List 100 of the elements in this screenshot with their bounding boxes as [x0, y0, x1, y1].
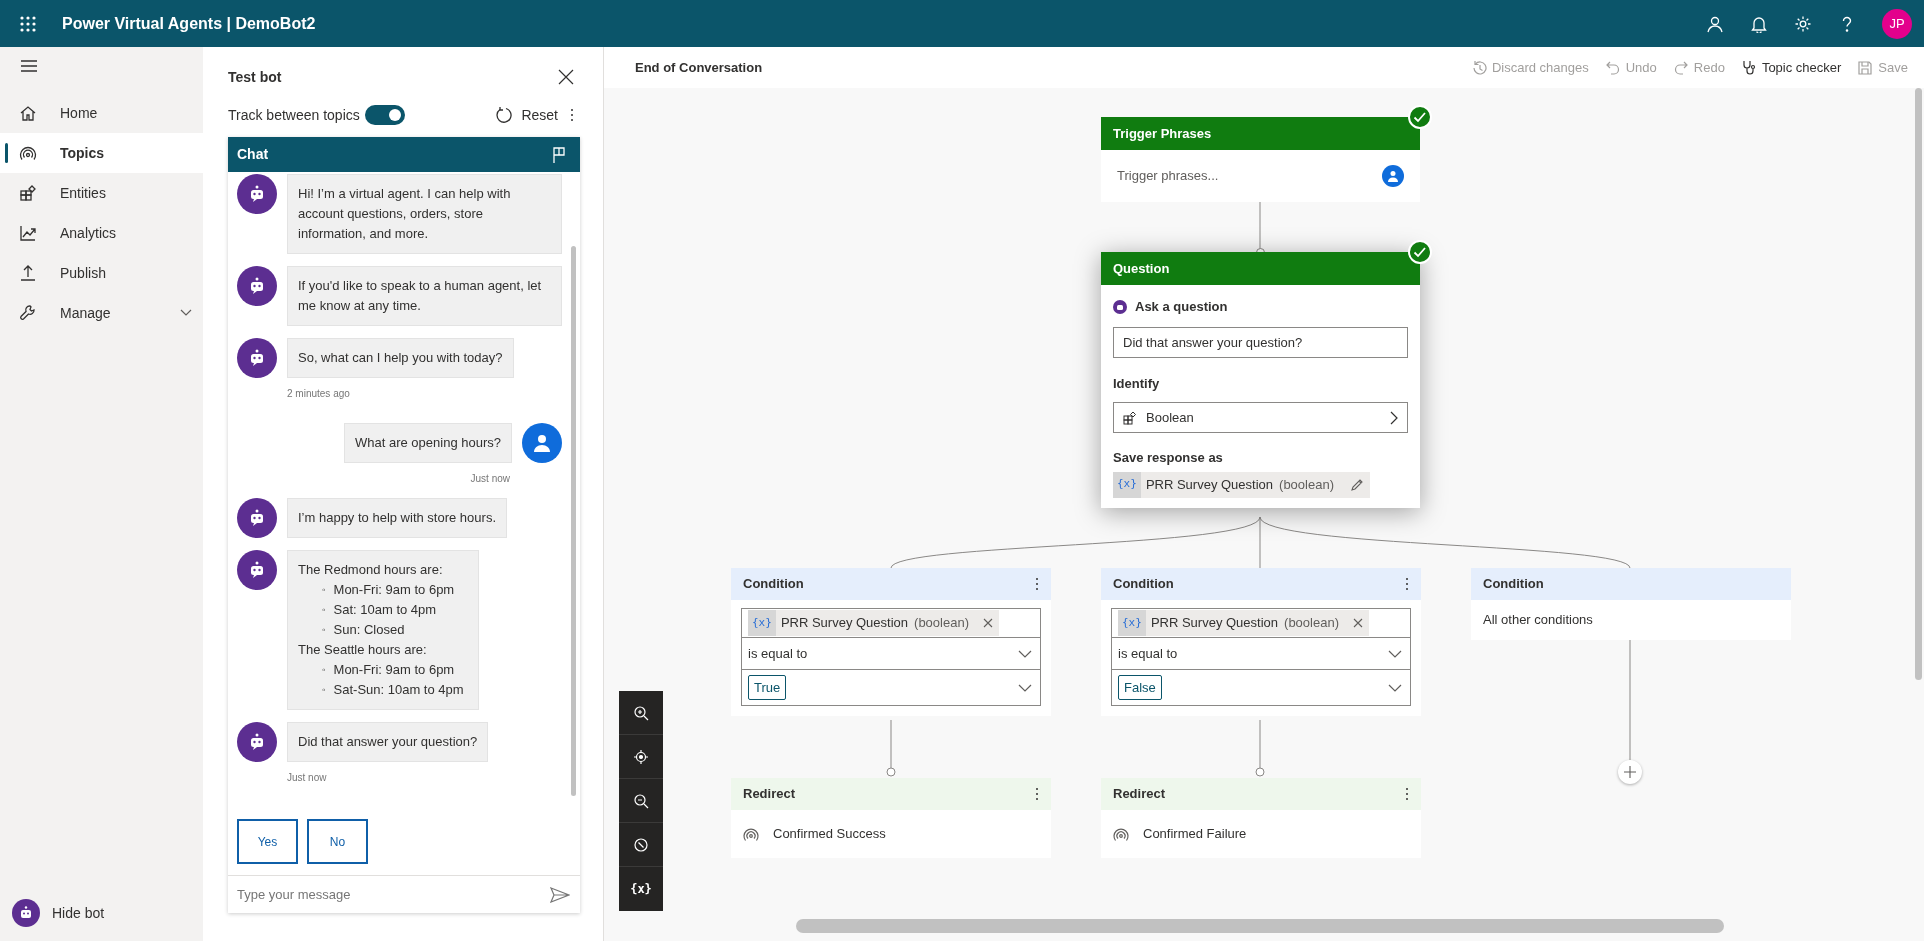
- reset-button[interactable]: Reset: [495, 104, 558, 126]
- value-select[interactable]: True: [742, 670, 1040, 705]
- toggle-switch[interactable]: [364, 105, 405, 125]
- list-item: Mon-Fri: 9am to 6pm: [333, 581, 455, 599]
- list-item: Sat-Sun: 10am to 4pm: [333, 681, 464, 699]
- variable-name: PRR Survey Question: [780, 614, 909, 633]
- list-heading: The Redmond hours are:: [298, 561, 444, 579]
- wrench-icon: [19, 304, 37, 322]
- horizontal-scrollbar[interactable]: [796, 919, 1724, 933]
- menu-icon[interactable]: [20, 59, 38, 73]
- more-options-icon[interactable]: [1405, 787, 1409, 801]
- more-options-icon[interactable]: [1405, 577, 1409, 591]
- condition-editor[interactable]: {x} PRR Survey Question (boolean) is equal to True: [741, 608, 1041, 706]
- operator-select[interactable]: is equal to: [742, 638, 1040, 670]
- nav-item[interactable]: Manage: [0, 293, 203, 333]
- refresh-icon: [495, 106, 514, 124]
- quick-reply-button[interactable]: Yes: [237, 819, 298, 864]
- redirect-target: Confirmed Success: [773, 825, 886, 844]
- add-node-button[interactable]: [1618, 760, 1642, 784]
- person-icon: [1387, 170, 1399, 182]
- list-item: Sat: 10am to 4pm: [333, 601, 437, 619]
- condition-node[interactable]: Condition All other conditions: [1471, 568, 1791, 640]
- nav-item[interactable]: Entities: [0, 173, 203, 213]
- node-title: Redirect: [1113, 785, 1166, 804]
- variable-type: (boolean): [1279, 475, 1334, 494]
- chat-bubble: So, what can I help you with today?: [287, 338, 514, 378]
- zoom-in-icon: [633, 704, 649, 721]
- settings-icon[interactable]: [1794, 14, 1812, 33]
- chevron-right-icon: [1390, 410, 1398, 425]
- history-icon: [1470, 59, 1487, 76]
- bot-icon: [18, 905, 34, 921]
- topics-icon: [743, 826, 759, 842]
- variable-name: PRR Survey Question: [1150, 614, 1279, 633]
- entities-icon: [1123, 410, 1137, 425]
- close-icon[interactable]: [983, 618, 993, 628]
- notifications-icon[interactable]: [1750, 14, 1768, 33]
- send-icon[interactable]: [550, 886, 570, 903]
- condition-text: All other conditions: [1482, 611, 1594, 630]
- question-node[interactable]: Question Ask a question Did that answer your question? Identify Boolean Save response as {x} PRR Survey Question (boolean): [1101, 252, 1420, 508]
- list-bullet: ◦: [322, 603, 326, 617]
- nav-item[interactable]: Analytics: [0, 213, 203, 253]
- value-select[interactable]: False: [1112, 670, 1410, 705]
- chevron-icon: [1018, 649, 1032, 658]
- analytics-icon: [19, 224, 37, 242]
- list-bullet: ◦: [322, 683, 326, 697]
- condition-editor[interactable]: {x} PRR Survey Question (boolean) is equal to False: [1111, 608, 1411, 706]
- undo-icon: [1604, 59, 1621, 76]
- panel-title: Test bot: [228, 67, 282, 87]
- chevron-icon: [1388, 683, 1402, 692]
- more-options-icon[interactable]: [570, 108, 574, 122]
- chat-title: Chat: [237, 145, 269, 164]
- trigger-node[interactable]: Trigger Phrases Trigger phrases...: [1101, 117, 1420, 202]
- user-avatar[interactable]: JP: [1882, 8, 1912, 39]
- app-launcher-icon[interactable]: [19, 14, 37, 33]
- chat-bubble: What are opening hours?: [344, 423, 512, 463]
- more-options-icon[interactable]: [1035, 787, 1039, 801]
- close-icon[interactable]: [558, 69, 574, 85]
- node-title: Condition: [1483, 575, 1544, 594]
- list-heading: The Seattle hours are:: [298, 641, 428, 659]
- variable-type: (boolean): [914, 614, 969, 633]
- close-icon[interactable]: [1353, 618, 1363, 628]
- chat-bubble: Hi! I’m a virtual agent. I can help with account questions, orders, store information, and more.: [287, 174, 562, 254]
- pencil-icon[interactable]: [1350, 477, 1364, 492]
- redirect-target: Confirmed Failure: [1143, 825, 1247, 844]
- condition-node[interactable]: Condition {x} PRR Survey Question (boolean) is equal to True: [731, 568, 1051, 716]
- redirect-node[interactable]: Redirect Confirmed Success: [731, 778, 1051, 858]
- variable-name: PRR Survey Question: [1145, 475, 1274, 494]
- nav-item[interactable]: Topics: [0, 133, 203, 173]
- operator-select[interactable]: is equal to: [1112, 638, 1410, 670]
- redirect-node[interactable]: Redirect Confirmed Failure: [1101, 778, 1421, 858]
- value-tag: False: [1118, 674, 1162, 701]
- condition-node[interactable]: Condition {x} PRR Survey Question (boolean) is equal to False: [1101, 568, 1421, 716]
- question-field[interactable]: Did that answer your question?: [1113, 326, 1408, 358]
- scrollbar[interactable]: [571, 246, 576, 796]
- person-icon[interactable]: [1706, 14, 1724, 33]
- more-options-icon[interactable]: [1035, 577, 1039, 591]
- list-item: Sun: Closed: [333, 621, 405, 639]
- quick-reply-button[interactable]: No: [307, 819, 368, 864]
- flag-icon[interactable]: [552, 146, 566, 163]
- nav-item[interactable]: Home: [0, 93, 203, 133]
- section-label: Ask a question: [1135, 298, 1228, 316]
- vertical-scrollbar[interactable]: [1915, 88, 1922, 680]
- list-bullet: ◦: [322, 663, 326, 677]
- plus-icon: [1624, 766, 1636, 778]
- timestamp: 2 minutes ago: [287, 387, 351, 401]
- list-item: Mon-Fri: 9am to 6pm: [333, 661, 455, 679]
- toolbar-button[interactable]: Topic checker: [1740, 57, 1842, 78]
- value-tag: True: [748, 674, 787, 701]
- node-title: Redirect: [743, 785, 796, 804]
- publish-icon: [19, 264, 37, 282]
- redo-icon: [1672, 59, 1689, 76]
- list-bullet: ◦: [322, 583, 326, 597]
- nav-item[interactable]: Publish: [0, 253, 203, 293]
- connector-line: [1255, 719, 1265, 777]
- entity-select[interactable]: Boolean: [1113, 402, 1408, 433]
- hide-bot-button[interactable]: Hide bot: [12, 899, 203, 927]
- variables-button[interactable]: {x}: [619, 867, 663, 911]
- entities-icon: [19, 184, 37, 202]
- message-input[interactable]: Type your message: [237, 876, 550, 913]
- topics-icon: [19, 144, 37, 162]
